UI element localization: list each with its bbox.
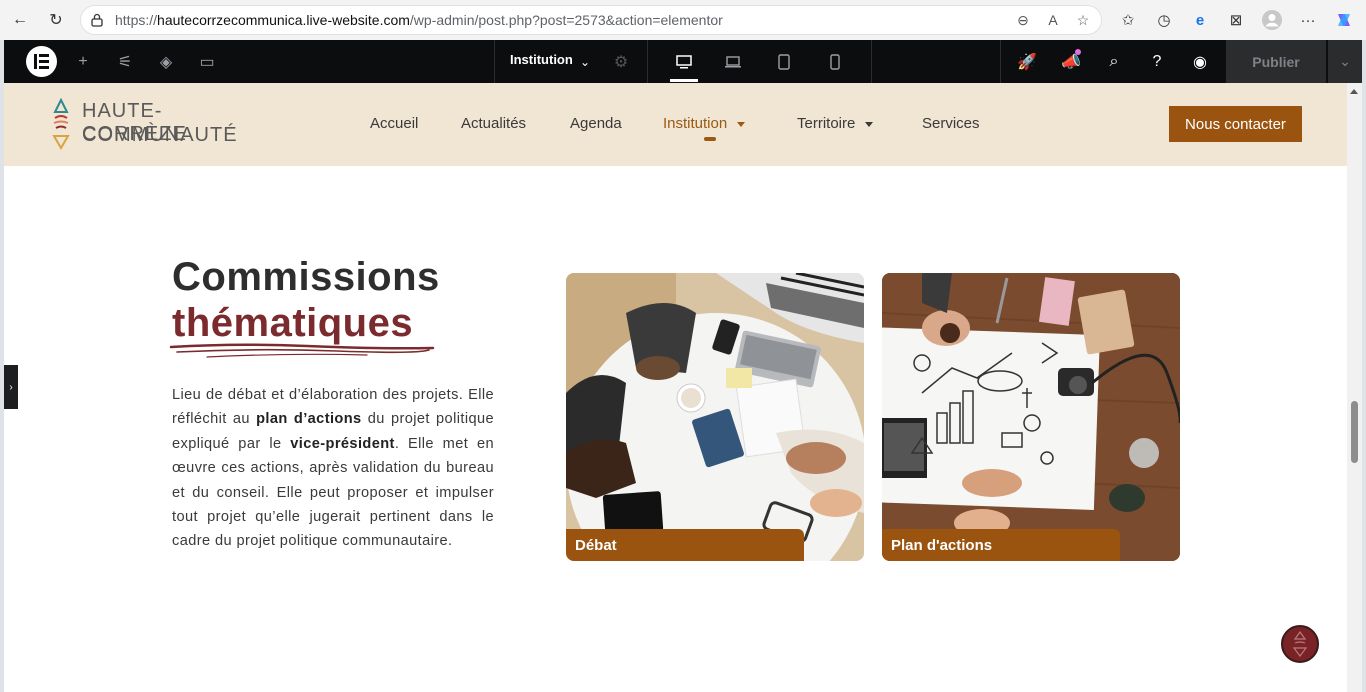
planning-photo xyxy=(882,273,1180,561)
toolbar-divider xyxy=(647,40,648,83)
announcements-icon[interactable]: 📣 xyxy=(1061,52,1081,72)
url-path: /wp-admin/post.php?post=2573&action=elem… xyxy=(409,12,723,28)
zoom-out-icon[interactable]: ⊖ xyxy=(1013,10,1033,30)
site-settings-icon[interactable]: ⚟ xyxy=(115,52,135,72)
scroll-to-top-button[interactable] xyxy=(1281,625,1319,663)
active-nav-indicator xyxy=(704,137,716,141)
logo-mark-icon xyxy=(52,98,70,150)
meeting-photo xyxy=(566,273,864,561)
card-debat[interactable]: Débat xyxy=(566,273,864,561)
site-header: HAUTE-CORRÈZE COMMUNAUTÉ Accueil Actuali… xyxy=(4,83,1347,166)
history-icon[interactable]: ◷ xyxy=(1152,8,1176,32)
url-prefix: https:// xyxy=(115,12,158,28)
back-arrow-icon[interactable]: ← xyxy=(8,8,32,32)
card-plan-actions[interactable]: Plan d'actions xyxy=(882,273,1180,561)
structure-layers-icon[interactable]: ◈ xyxy=(156,52,176,72)
favorites-icon[interactable]: ✩ xyxy=(1116,8,1140,32)
desc-part-3: . Elle met en œuvre ces actions, après v… xyxy=(172,435,494,550)
publish-button[interactable]: Publier xyxy=(1226,40,1326,83)
elementor-toolbar: + ⚟ ◈ ▭ Institution ⌄ ⚙ 🚀 📣 ⌕ ? ◉ Publie… xyxy=(4,40,1362,83)
document-selector[interactable]: Institution xyxy=(510,52,573,67)
scroll-up-arrow-icon[interactable] xyxy=(1350,89,1358,94)
nav-institution-label: Institution xyxy=(663,115,728,132)
refresh-icon[interactable]: ↻ xyxy=(44,8,68,32)
toolbar-divider xyxy=(1000,40,1001,83)
read-aloud-icon[interactable]: A xyxy=(1043,10,1063,30)
desc-bold-2: vice-président xyxy=(290,435,395,452)
logo-mark-icon xyxy=(1292,631,1308,657)
preview-eye-icon[interactable]: ◉ xyxy=(1190,52,1210,72)
nav-territoire[interactable]: Territoire xyxy=(797,115,874,132)
nav-territoire-label: Territoire xyxy=(797,115,856,132)
publish-options-chevron-icon[interactable]: ⌄ xyxy=(1328,40,1362,83)
tablet-view-icon[interactable] xyxy=(774,52,794,72)
nav-agenda[interactable]: Agenda xyxy=(570,115,622,132)
brush-underline xyxy=(169,343,435,358)
desktop-view-icon[interactable] xyxy=(674,52,694,72)
toolbar-divider xyxy=(494,40,495,83)
lock-icon xyxy=(91,13,103,27)
address-bar[interactable]: https://hautecorrzecommunica.live-websit… xyxy=(80,5,1102,35)
rocket-icon[interactable]: 🚀 xyxy=(1017,52,1037,72)
logo-line-2: COMMUNAUTÉ xyxy=(82,124,238,146)
page-settings-gear-icon[interactable]: ⚙ xyxy=(611,52,631,72)
panel-toggle-chevron-icon[interactable]: › xyxy=(4,365,18,409)
browser-toolbar: ← ↻ https://hautecorrzecommunica.live-we… xyxy=(0,0,1366,40)
contact-button[interactable]: Nous contacter xyxy=(1169,106,1302,142)
profile-avatar-icon[interactable] xyxy=(1260,8,1284,32)
nav-institution[interactable]: Institution xyxy=(663,115,746,132)
nav-accueil[interactable]: Accueil xyxy=(370,115,418,132)
more-menu-icon[interactable]: ··· xyxy=(1296,8,1320,32)
favorite-star-icon[interactable]: ☆ xyxy=(1073,10,1093,30)
copilot-icon[interactable] xyxy=(1332,8,1356,32)
url-host: hautecorrzecommunica.live-website.com xyxy=(157,12,410,28)
notification-dot xyxy=(1075,49,1081,55)
toolbar-divider xyxy=(871,40,872,83)
caret-down-icon xyxy=(865,121,874,127)
section-description: Lieu de débat et d’élaboration des proje… xyxy=(172,383,494,554)
active-device-indicator xyxy=(670,79,698,82)
page-scrollbar[interactable] xyxy=(1347,83,1362,692)
comments-icon[interactable]: ▭ xyxy=(197,52,217,72)
editor-canvas: HAUTE-CORRÈZE COMMUNAUTÉ Accueil Actuali… xyxy=(4,83,1347,692)
search-icon[interactable]: ⌕ xyxy=(1104,52,1124,72)
chevron-down-icon[interactable]: ⌄ xyxy=(575,52,595,72)
help-icon[interactable]: ? xyxy=(1147,52,1167,72)
site-logo[interactable]: HAUTE-CORRÈZE COMMUNAUTÉ xyxy=(52,98,237,152)
caret-down-icon xyxy=(737,121,746,127)
card-label-plan-actions: Plan d'actions xyxy=(882,529,1120,561)
card-label-debat: Débat xyxy=(566,529,804,561)
desc-bold-1: plan d’actions xyxy=(256,411,362,428)
nav-services[interactable]: Services xyxy=(922,115,980,132)
nav-actualites[interactable]: Actualités xyxy=(461,115,526,132)
add-element-icon[interactable]: + xyxy=(73,52,93,72)
elementor-logo-icon[interactable] xyxy=(26,46,57,77)
scrollbar-thumb[interactable] xyxy=(1351,401,1358,463)
screenshot-icon[interactable]: ⊠ xyxy=(1224,8,1248,32)
laptop-view-icon[interactable] xyxy=(723,52,743,72)
section-title-line-1: Commissions xyxy=(172,255,440,299)
edge-extension-icon[interactable]: e xyxy=(1188,8,1212,32)
mobile-view-icon[interactable] xyxy=(825,52,845,72)
